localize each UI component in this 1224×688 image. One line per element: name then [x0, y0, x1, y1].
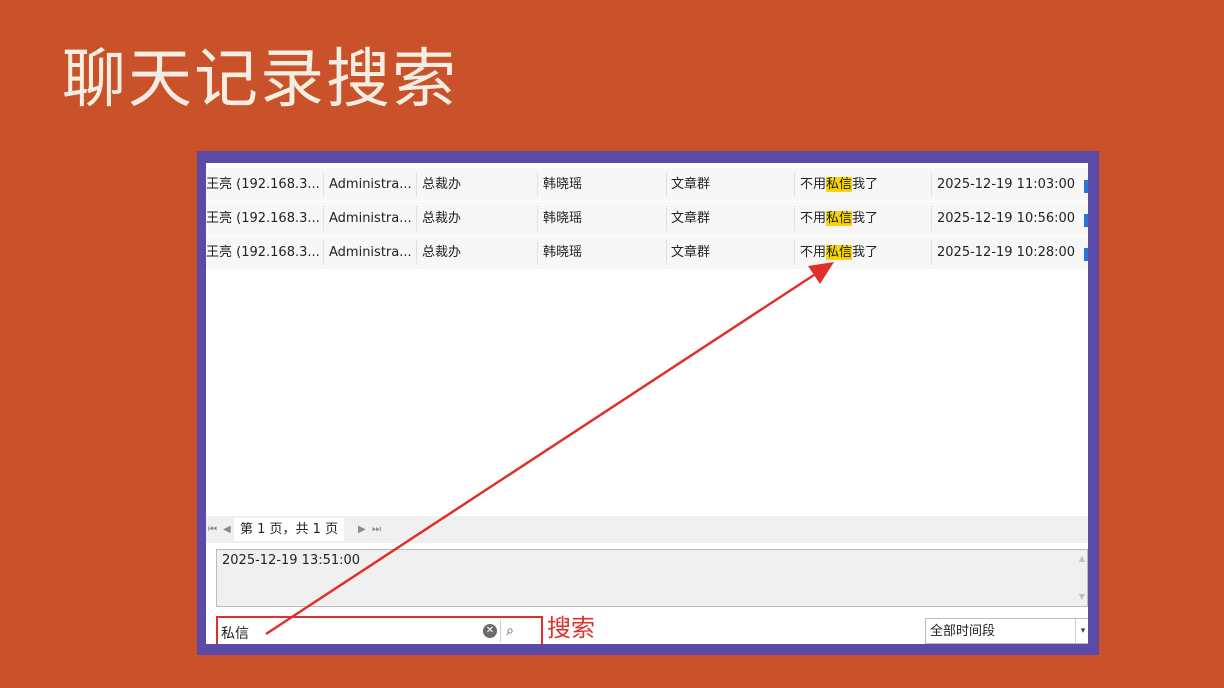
group-cell: 文章群: [671, 211, 711, 226]
scroll-up-icon[interactable]: ▲: [1077, 554, 1087, 563]
chat-search-window: 王亮 (192.168.3... Administra... 总裁办 韩晓瑶 文…: [206, 163, 1088, 644]
group-cell: 文章群: [671, 177, 711, 192]
account-cell: Administra...: [329, 177, 412, 192]
message-text-before: 不用: [800, 177, 827, 192]
row-marker: [1084, 180, 1088, 193]
preview-scrollbar[interactable]: ▲ ▼: [1077, 550, 1087, 606]
time-range-value: 全部时间段: [930, 624, 996, 639]
preview-timestamp: 2025-12-19 13:51:00: [222, 553, 361, 568]
message-text-after: 我了: [852, 245, 879, 260]
dept-cell: 总裁办: [422, 211, 462, 226]
receiver-cell: 韩晓瑶: [543, 177, 583, 192]
prev-page-icon[interactable]: ◀: [223, 516, 231, 543]
message-preview-pane[interactable]: 2025-12-19 13:51:00 ▲ ▼: [216, 549, 1088, 607]
search-input[interactable]: [221, 621, 481, 644]
time-cell: 2025-12-19 10:56:00: [937, 211, 1076, 226]
keyword-highlight: 私信: [826, 211, 853, 226]
dept-cell: 总裁办: [422, 177, 462, 192]
time-cell: 2025-12-19 10:28:00: [937, 245, 1076, 260]
slide-title: 聊天记录搜索: [62, 43, 458, 117]
row-marker: [1084, 214, 1088, 227]
account-cell: Administra...: [329, 245, 412, 260]
chevron-down-icon[interactable]: ▾: [1075, 619, 1088, 643]
keyword-highlight: 私信: [826, 245, 853, 260]
group-cell: 文章群: [671, 245, 711, 260]
table-row[interactable]: 王亮 (192.168.3... Administra... 总裁办 韩晓瑶 文…: [206, 236, 1088, 270]
keyword-highlight: 私信: [826, 177, 853, 192]
message-text-before: 不用: [800, 245, 827, 260]
sender-cell: 王亮 (192.168.3...: [206, 177, 320, 192]
row-marker: [1084, 248, 1088, 261]
next-page-icon[interactable]: ▶: [358, 516, 366, 543]
table-row[interactable]: 王亮 (192.168.3... Administra... 总裁办 韩晓瑶 文…: [206, 168, 1088, 202]
clear-icon[interactable]: ✕: [483, 624, 497, 638]
pagination-bar: ⏮ ◀ 第 1 页，共 1 页 ▶ ⏭: [206, 516, 1088, 543]
last-page-icon[interactable]: ⏭: [372, 516, 381, 543]
message-cell: 不用私信我了: [800, 236, 928, 269]
message-cell: 不用私信我了: [800, 202, 928, 235]
search-icon[interactable]: ⌕: [500, 620, 519, 642]
message-text-after: 我了: [852, 211, 879, 226]
first-page-icon[interactable]: ⏮: [208, 516, 217, 543]
receiver-cell: 韩晓瑶: [543, 245, 583, 260]
time-cell: 2025-12-19 11:03:00: [937, 177, 1076, 192]
sender-cell: 王亮 (192.168.3...: [206, 245, 320, 260]
search-annotation-label: 搜索: [547, 614, 595, 642]
time-range-select[interactable]: 全部时间段 ▾: [925, 618, 1088, 644]
message-cell: 不用私信我了: [800, 168, 928, 201]
message-text-before: 不用: [800, 211, 827, 226]
sender-cell: 王亮 (192.168.3...: [206, 211, 320, 226]
dept-cell: 总裁办: [422, 245, 462, 260]
search-field[interactable]: ✕ ⌕: [216, 616, 543, 644]
scroll-down-icon[interactable]: ▼: [1077, 592, 1087, 601]
page-indicator: 第 1 页，共 1 页: [234, 518, 345, 541]
receiver-cell: 韩晓瑶: [543, 211, 583, 226]
message-text-after: 我了: [852, 177, 879, 192]
account-cell: Administra...: [329, 211, 412, 226]
table-row[interactable]: 王亮 (192.168.3... Administra... 总裁办 韩晓瑶 文…: [206, 202, 1088, 236]
